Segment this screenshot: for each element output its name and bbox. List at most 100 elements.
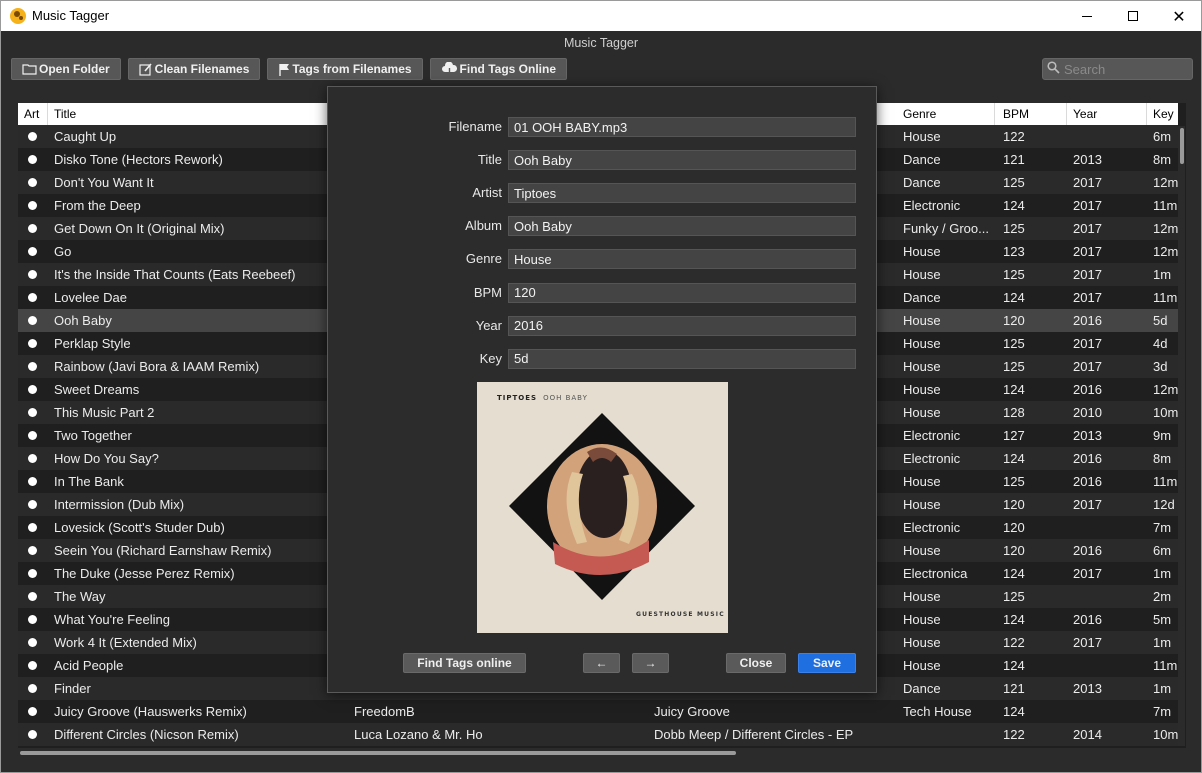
year-label: Year — [475, 317, 502, 333]
artwork-indicator-icon — [28, 454, 37, 463]
cell-year: 2017 — [1073, 267, 1102, 282]
cell-bpm: 120 — [1003, 313, 1025, 328]
artist-field[interactable] — [508, 183, 856, 204]
minimize-button[interactable] — [1064, 1, 1110, 31]
cell-album: Juicy Groove — [654, 704, 730, 719]
field-row-bpm: BPM — [328, 282, 878, 303]
folder-icon — [22, 63, 37, 75]
artwork-indicator-icon — [28, 270, 37, 279]
cell-bpm: 125 — [1003, 175, 1025, 190]
find-tags-online-dialog-button[interactable]: Find Tags online — [403, 653, 526, 673]
cell-title: Intermission (Dub Mix) — [54, 497, 185, 512]
field-row-key: Key — [328, 348, 878, 369]
cell-title: Finder — [54, 681, 91, 696]
cell-genre: House — [903, 382, 941, 397]
app-header-title: Music Tagger — [563, 36, 639, 50]
horizontal-scrollbar-thumb[interactable] — [20, 751, 736, 755]
close-window-button[interactable]: ✕ — [1156, 1, 1202, 31]
artwork-indicator-icon — [28, 224, 37, 233]
close-dialog-button[interactable]: Close — [726, 653, 786, 673]
cell-genre: House — [903, 635, 941, 650]
field-row-filename: Filename — [328, 117, 878, 137]
artwork-indicator-icon — [28, 155, 37, 164]
table-row[interactable]: Juicy Groove (Hauswerks Remix) FreedomB Ju… — [18, 700, 1178, 723]
artwork-indicator-icon — [28, 477, 37, 486]
cell-bpm: 124 — [1003, 704, 1025, 719]
album-field[interactable] — [508, 216, 856, 237]
key-field[interactable] — [508, 348, 856, 369]
title-field[interactable] — [508, 150, 856, 171]
cell-year — [1073, 700, 1143, 723]
cell-year: 2017 — [1073, 635, 1102, 650]
cell-genre: House — [903, 359, 941, 374]
cell-title: Disko Tone (Hectors Rework) — [54, 152, 223, 167]
tags-from-filenames-button[interactable]: Tags from Filenames — [267, 58, 423, 80]
toolbar: Open Folder Clean Filenames Tags from Fi… — [11, 58, 567, 80]
cell-year — [1073, 654, 1143, 677]
filename-field[interactable] — [508, 117, 856, 137]
cell-bpm: 120 — [1003, 543, 1025, 558]
cell-genre: House — [903, 474, 941, 489]
cell-bpm: 120 — [1003, 520, 1025, 535]
artwork-indicator-icon — [28, 362, 37, 371]
flag-icon — [278, 63, 290, 76]
cell-genre: House — [903, 405, 941, 420]
cell-year: 2014 — [1073, 727, 1102, 742]
cell-bpm: 124 — [1003, 612, 1025, 627]
column-header-genre[interactable]: Genre — [897, 103, 995, 125]
next-track-button[interactable]: → — [632, 653, 669, 673]
maximize-button[interactable] — [1110, 1, 1156, 31]
artwork-indicator-icon — [28, 707, 37, 716]
cell-bpm: 124 — [1003, 290, 1025, 305]
artwork-indicator-icon — [28, 592, 37, 601]
column-header-bpm[interactable]: BPM — [997, 103, 1067, 125]
column-header-art[interactable]: Art — [18, 103, 48, 125]
cell-genre: House — [903, 589, 941, 604]
close-icon: ✕ — [1172, 6, 1186, 26]
find-tags-online-button[interactable]: Find Tags Online — [429, 58, 567, 80]
bpm-label: BPM — [473, 284, 502, 300]
cell-title: Acid People — [54, 658, 124, 673]
artwork-indicator-icon — [28, 201, 37, 210]
artwork-indicator-icon — [28, 247, 37, 256]
search-input[interactable] — [1064, 61, 1184, 77]
cell-genre: Funky / Groo... — [903, 221, 989, 236]
field-row-year: Year — [328, 315, 878, 336]
cell-title: Seein You (Richard Earnshaw Remix) — [54, 543, 272, 558]
cell-genre: Electronic — [903, 451, 961, 466]
cell-genre: House — [903, 612, 941, 627]
save-button[interactable]: Save — [798, 653, 856, 673]
cell-genre: House — [903, 336, 941, 351]
genre-field[interactable] — [508, 249, 856, 270]
year-field[interactable] — [508, 315, 856, 336]
cell-title: In The Bank — [54, 474, 124, 489]
cell-title: Get Down On It (Original Mix) — [54, 221, 225, 236]
cell-genre: Dance — [903, 290, 941, 305]
clean-filenames-button[interactable]: Clean Filenames — [127, 58, 261, 80]
vertical-scrollbar-thumb[interactable] — [1180, 128, 1184, 164]
cell-year: 2017 — [1073, 244, 1102, 259]
artwork-indicator-icon — [28, 431, 37, 440]
cell-title: Juicy Groove (Hauswerks Remix) — [54, 704, 247, 719]
cell-year: 2016 — [1073, 451, 1102, 466]
vertical-scrollbar-track[interactable] — [1178, 126, 1185, 746]
cell-year: 2017 — [1073, 290, 1102, 305]
artwork-indicator-icon — [28, 523, 37, 532]
cell-title: What You're Feeling — [54, 612, 170, 627]
cell-year: 2016 — [1073, 382, 1102, 397]
column-header-key[interactable]: Key — [1147, 103, 1186, 125]
cell-title: From the Deep — [54, 198, 141, 213]
album-artwork[interactable]: TIPTOES OOH BABY GUESTHOUSE MUSIC — [477, 382, 728, 633]
column-header-year[interactable]: Year — [1067, 103, 1147, 125]
artwork-indicator-icon — [28, 316, 37, 325]
cell-title: Lovelee Dae — [54, 290, 127, 305]
field-row-album: Album — [328, 216, 878, 237]
search-box[interactable] — [1042, 58, 1193, 80]
cell-title: Ooh Baby — [54, 313, 112, 328]
field-row-genre: Genre — [328, 249, 878, 270]
open-folder-button[interactable]: Open Folder — [11, 58, 121, 80]
previous-track-button[interactable]: ← — [583, 653, 620, 673]
bpm-field[interactable] — [508, 282, 856, 303]
cell-bpm: 121 — [1003, 681, 1025, 696]
table-row[interactable]: Different Circles (Nicson Remix) Luca Loz… — [18, 723, 1178, 746]
